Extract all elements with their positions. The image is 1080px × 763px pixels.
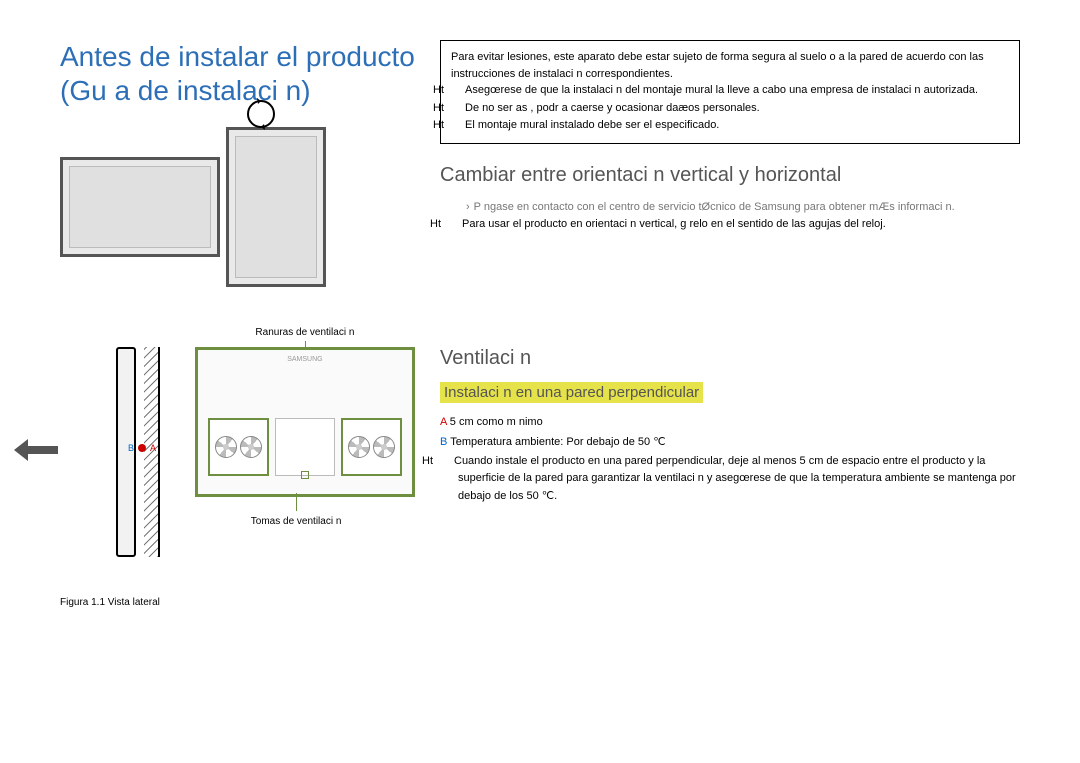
orientation-bullet: Para usar el producto en orientaci n ver… (462, 218, 886, 230)
tv-landscape (60, 157, 220, 257)
vent-slots-label: Ranuras de ventilaci n (255, 327, 354, 338)
page-title: Antes de instalar el producto (Gu a de i… (60, 40, 420, 107)
orientation-diagram (60, 127, 420, 287)
warning-intro: Para evitar lesiones, este aparato debe … (451, 49, 1009, 82)
arrow-left-icon (14, 439, 58, 466)
warning-bullet: El montaje mural instalado debe ser el e… (465, 119, 719, 131)
fan-icon (215, 436, 237, 458)
ventilation-note: Cuando instale el producto en una pared … (454, 455, 1016, 502)
vent-ports-label: Tomas de ventilaci n (251, 516, 342, 527)
orientation-sub: P ngase en contacto con el centro de ser… (474, 201, 955, 213)
tv-portrait (226, 127, 326, 287)
orientation-title: Cambiar entre orientaci n vertical y hor… (440, 164, 1020, 187)
ventilation-title: Ventilaci n (440, 347, 1020, 370)
fan-module-left (208, 418, 269, 476)
fan-module-right (341, 418, 402, 476)
warning-bullet: De no ser as , podr a caerse y ocasionar… (465, 102, 760, 114)
vent-port-center (275, 418, 336, 476)
rear-panel: SAMSUNG (195, 347, 415, 497)
spec-b-text: Temperatura ambiente: Por debajo de 50 ℃ (447, 436, 665, 448)
warning-box: Para evitar lesiones, este aparato debe … (440, 40, 1020, 144)
rotate-clockwise-icon (242, 95, 280, 138)
ventilation-subtitle: Instalaci n en una pared perpendicular (440, 382, 703, 403)
fan-icon (348, 436, 370, 458)
ba-labels: B A (128, 443, 156, 453)
brand-label: SAMSUNG (198, 356, 412, 363)
fan-icon (373, 436, 395, 458)
spec-a-text: 5 cm como m nimo (447, 416, 543, 428)
warning-bullet: Asegœrese de que la instalaci n del mont… (465, 84, 978, 96)
figure-caption: Figura 1.1 Vista lateral (60, 597, 420, 608)
fan-icon (240, 436, 262, 458)
spec-a-label: A (440, 416, 447, 428)
